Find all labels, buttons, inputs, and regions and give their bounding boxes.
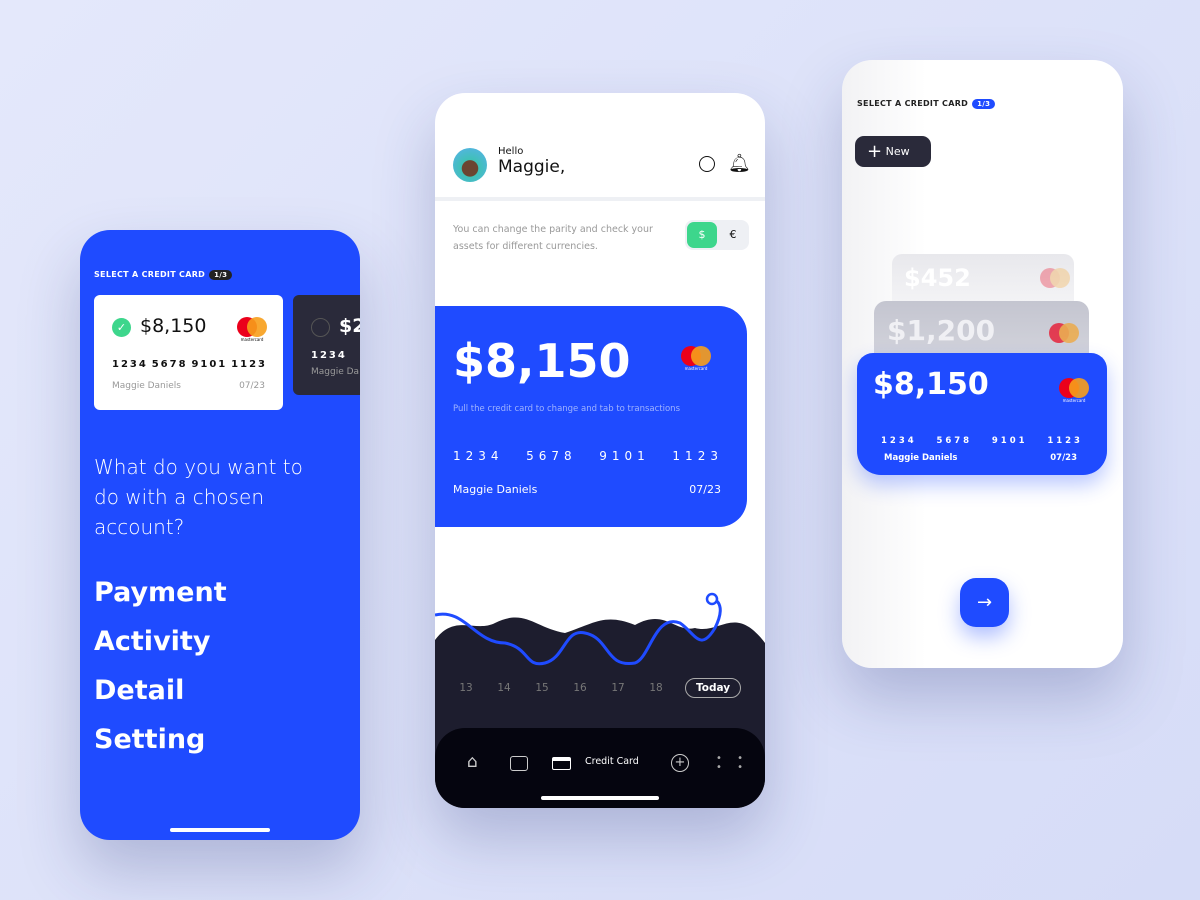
greeting: Hello: [498, 146, 524, 157]
currency-toggle[interactable]: $ €: [685, 220, 749, 250]
select-card-label: SELECT A CREDIT CARD: [94, 270, 206, 279]
action-menu: Payment Activity Detail Setting: [94, 568, 227, 764]
day-label[interactable]: 17: [599, 682, 637, 694]
card-number: 1234 5678 9101 1123: [112, 359, 267, 370]
card-count-badge: 1/3: [972, 99, 996, 109]
day-label[interactable]: 14: [485, 682, 523, 694]
card-holder: Maggie Daniels: [453, 483, 538, 496]
day-label[interactable]: 13: [447, 682, 485, 694]
today-button[interactable]: Today: [685, 678, 742, 698]
mastercard-logo: [1040, 268, 1070, 288]
card-amount: $452: [904, 264, 971, 292]
credit-card-icon[interactable]: [552, 757, 571, 770]
grid-dots-icon[interactable]: • • • •: [716, 754, 749, 773]
menu-detail[interactable]: Detail: [94, 666, 227, 715]
wallet-icon[interactable]: [510, 756, 528, 771]
divider: [435, 197, 765, 201]
question-text: What do you want to do with a chosen acc…: [94, 455, 303, 539]
day-label[interactable]: 18: [637, 682, 675, 694]
card-holder: Maggie Daniels: [112, 381, 181, 391]
card-number: 1234 5678 9101 1123: [453, 449, 723, 463]
currency-eur[interactable]: €: [719, 222, 747, 248]
new-card-button[interactable]: + New: [855, 136, 931, 167]
bell-icon[interactable]: 🔔︎: [728, 153, 751, 174]
select-card-header: SELECT A CREDIT CARD 1/3: [857, 99, 996, 109]
arrow-right-icon: →: [976, 592, 993, 613]
phone-card-stack: SELECT A CREDIT CARD 1/3 + New $452 $1,20…: [842, 60, 1123, 668]
select-card-header: SELECT A CREDIT CARD 1/3: [94, 270, 233, 280]
card-count-badge: 1/3: [209, 270, 233, 280]
mastercard-logo: mastercard: [1059, 378, 1089, 403]
selected-credit-card[interactable]: $8,150 mastercard 1234 5678 9101 1123 Maggi…: [857, 353, 1107, 475]
phone-dashboard: Hello Maggie, 🔔︎ You can change the pari…: [435, 93, 765, 808]
day-label[interactable]: 16: [561, 682, 599, 694]
card-expiry: 07/23: [1050, 453, 1077, 463]
card-amount: $1,200: [887, 314, 996, 347]
card-number: 1234 5678 9101 1123: [881, 436, 1083, 446]
currency-usd[interactable]: $: [687, 222, 717, 248]
day-label[interactable]: 15: [523, 682, 561, 694]
card-unselected[interactable]: $2 1234 56 Maggie Da: [293, 295, 360, 395]
menu-payment[interactable]: Payment: [94, 568, 227, 617]
card-expiry: 07/23: [689, 483, 721, 496]
card-selected[interactable]: ✓ $8,150 mastercard 1234 5678 9101 1123 Mag…: [94, 295, 283, 410]
home-icon[interactable]: ⌂: [467, 752, 478, 772]
card-amount: $8,150: [140, 315, 207, 337]
card-hint: Pull the credit card to change and tab t…: [453, 404, 680, 414]
nav-credit-card-label[interactable]: Credit Card: [585, 756, 639, 767]
credit-card[interactable]: $8,150 mastercard Pull the credit card t…: [435, 306, 747, 527]
mastercard-logo: mastercard: [237, 317, 267, 342]
card-holder: Maggie Da: [311, 367, 360, 377]
select-card-label: SELECT A CREDIT CARD: [857, 99, 969, 108]
user-name: Maggie,: [498, 157, 566, 177]
chart-end-point: [705, 592, 719, 606]
radio-icon: [311, 318, 330, 337]
card-holder: Maggie Daniels: [884, 453, 958, 463]
date-axis: 13 14 15 16 17 18 Today: [447, 678, 747, 698]
phone-select-account: SELECT A CREDIT CARD 1/3 ✓ $8,150 masterc…: [80, 230, 360, 840]
check-icon: ✓: [112, 318, 131, 337]
plus-icon: +: [867, 141, 883, 162]
home-indicator: [170, 828, 270, 832]
new-label: New: [885, 145, 910, 158]
mastercard-logo: mastercard: [681, 346, 711, 371]
plus-circle-icon[interactable]: +: [671, 754, 689, 772]
card-expiry: 07/23: [239, 381, 265, 391]
card-amount: $8,150: [873, 367, 989, 402]
menu-setting[interactable]: Setting: [94, 715, 227, 764]
home-indicator: [541, 796, 659, 800]
menu-activity[interactable]: Activity: [94, 617, 227, 666]
card-amount: $2: [339, 315, 360, 337]
avatar[interactable]: [453, 148, 487, 182]
currency-info: You can change the parity and check your…: [453, 224, 653, 252]
card-amount: $8,150: [453, 334, 631, 388]
next-button[interactable]: →: [960, 578, 1009, 627]
search-icon[interactable]: [699, 156, 715, 172]
mastercard-logo: [1049, 323, 1079, 343]
